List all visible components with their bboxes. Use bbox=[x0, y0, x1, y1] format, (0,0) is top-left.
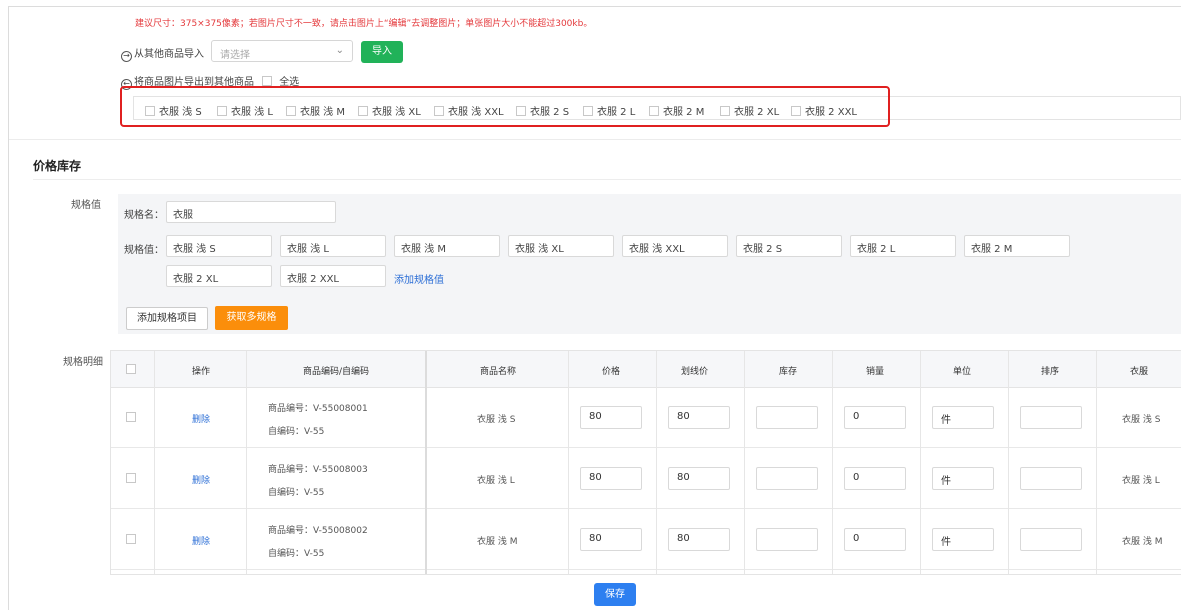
spec-value-cell: 衣服 浅 L bbox=[1122, 476, 1160, 486]
import-label: 从其他商品导入 bbox=[134, 49, 204, 60]
sales-input[interactable]: 0 bbox=[844, 528, 906, 551]
spec-detail-side-label: 规格明细 bbox=[63, 357, 103, 368]
row-checkbox[interactable] bbox=[126, 473, 136, 483]
price-input[interactable]: 80 bbox=[580, 528, 642, 551]
spec-value-input[interactable]: 衣服 2 XXL bbox=[280, 265, 386, 287]
column-divider bbox=[744, 351, 745, 574]
sort-input[interactable] bbox=[1020, 528, 1082, 551]
section-divider bbox=[9, 139, 1181, 140]
col-header: 商品名称 bbox=[480, 367, 517, 377]
column-divider bbox=[246, 351, 247, 574]
stock-input[interactable] bbox=[756, 406, 818, 429]
price-input[interactable]: 80 bbox=[580, 467, 642, 490]
divider bbox=[33, 179, 1181, 180]
product-name: 衣服 浅 S bbox=[477, 415, 516, 425]
column-divider bbox=[425, 351, 427, 574]
spec-value-cell: 衣服 浅 S bbox=[1122, 415, 1161, 425]
col-header: 衣服 bbox=[1130, 367, 1149, 377]
column-divider bbox=[656, 351, 657, 574]
spec-value-input[interactable]: 衣服 浅 L bbox=[280, 235, 386, 257]
sort-input[interactable] bbox=[1020, 406, 1082, 429]
col-header: 商品编码/自编码 bbox=[303, 367, 370, 377]
self-code: 自编码：V-55 bbox=[268, 488, 325, 498]
table-header: 操作 商品编码/自编码 商品名称 价格 划线价 库存 销量 单位 排序 衣服 bbox=[111, 351, 1181, 388]
line-price-input[interactable]: 80 bbox=[668, 406, 730, 429]
line-price-input[interactable]: 80 bbox=[668, 528, 730, 551]
spec-values-side-label: 规格值 bbox=[71, 200, 101, 211]
sales-input[interactable]: 0 bbox=[844, 406, 906, 429]
col-header: 价格 bbox=[602, 367, 621, 377]
spec-value-input[interactable]: 衣服 2 M bbox=[964, 235, 1070, 257]
product-code: 商品编号：V-55008003 bbox=[268, 465, 368, 475]
product-code: 商品编号：V-55008001 bbox=[268, 404, 368, 414]
sales-input[interactable]: 0 bbox=[844, 467, 906, 490]
col-header: 销量 bbox=[866, 367, 885, 377]
add-spec-item-button[interactable]: 添加规格项目 bbox=[126, 307, 208, 330]
add-spec-value-link[interactable]: 添加规格值 bbox=[394, 271, 444, 286]
header-checkbox[interactable] bbox=[126, 364, 136, 374]
spec-value-input[interactable]: 衣服 2 L bbox=[850, 235, 956, 257]
col-header: 排序 bbox=[1041, 367, 1060, 377]
column-divider bbox=[154, 351, 155, 574]
import-arrow-icon: → bbox=[121, 51, 132, 62]
column-divider bbox=[1008, 351, 1009, 574]
table-row: 删除 商品编号：V-55008001 自编码：V-55 衣服 浅 S 80 80… bbox=[111, 387, 1181, 448]
table-row: 删除 商品编号：V-55008002 自编码：V-55 衣服 浅 M 80 80… bbox=[111, 509, 1181, 570]
unit-input[interactable]: 件 bbox=[932, 467, 994, 490]
spec-value-cell: 衣服 浅 M bbox=[1122, 537, 1163, 547]
import-from-other-row[interactable]: → 从其他商品导入 bbox=[121, 45, 204, 62]
col-header: 单位 bbox=[953, 367, 972, 377]
import-product-select[interactable]: 请选择 ⌄ bbox=[211, 40, 353, 62]
delete-link[interactable]: 删除 bbox=[192, 473, 210, 486]
sort-input[interactable] bbox=[1020, 467, 1082, 490]
spec-value-input[interactable]: 衣服 浅 M bbox=[394, 235, 500, 257]
product-name: 衣服 浅 M bbox=[477, 537, 518, 547]
stock-input[interactable] bbox=[756, 528, 818, 551]
spec-value-input[interactable]: 衣服 2 XL bbox=[166, 265, 272, 287]
column-divider bbox=[568, 351, 569, 574]
stock-input[interactable] bbox=[756, 467, 818, 490]
spec-values-label: 规格值： bbox=[124, 245, 164, 256]
col-header: 库存 bbox=[779, 367, 798, 377]
image-size-hint: 建议尺寸：375×375像素；若图片尺寸不一致，请点击图片上“编辑”去调整图片；… bbox=[135, 19, 593, 29]
row-checkbox[interactable] bbox=[126, 534, 136, 544]
spec-value-input[interactable]: 衣服 浅 XXL bbox=[622, 235, 728, 257]
self-code: 自编码：V-55 bbox=[268, 549, 325, 559]
spec-value-input[interactable]: 衣服 浅 XL bbox=[508, 235, 614, 257]
line-price-input[interactable]: 80 bbox=[668, 467, 730, 490]
column-divider bbox=[1096, 351, 1097, 574]
col-header: 划线价 bbox=[681, 367, 709, 377]
delete-link[interactable]: 删除 bbox=[192, 412, 210, 425]
highlight-annotation-box bbox=[120, 86, 890, 127]
unit-input[interactable]: 件 bbox=[932, 406, 994, 429]
product-name: 衣服 浅 L bbox=[477, 476, 515, 486]
spec-value-input[interactable]: 衣服 2 S bbox=[736, 235, 842, 257]
price-input[interactable]: 80 bbox=[580, 406, 642, 429]
chevron-down-icon: ⌄ bbox=[335, 45, 344, 56]
spec-name-label: 规格名： bbox=[124, 210, 164, 221]
spec-detail-table: 操作 商品编码/自编码 商品名称 价格 划线价 库存 销量 单位 排序 衣服 删… bbox=[110, 350, 1181, 575]
spec-name-input[interactable]: 衣服 bbox=[166, 201, 336, 223]
select-placeholder: 请选择 bbox=[220, 50, 250, 61]
checkbox-icon bbox=[262, 76, 272, 86]
self-code: 自编码：V-55 bbox=[268, 427, 325, 437]
col-header: 操作 bbox=[192, 367, 211, 377]
delete-link[interactable]: 删除 bbox=[192, 534, 210, 547]
row-checkbox[interactable] bbox=[126, 412, 136, 422]
table-row: 删除 商品编号：V-55008003 自编码：V-55 衣服 浅 L 80 80… bbox=[111, 448, 1181, 509]
product-code: 商品编号：V-55008002 bbox=[268, 526, 368, 536]
section-title: 价格库存 bbox=[33, 159, 82, 173]
spec-value-input[interactable]: 衣服 浅 S bbox=[166, 235, 272, 257]
get-multi-spec-button[interactable]: 获取多规格 bbox=[215, 306, 288, 330]
import-button[interactable]: 导入 bbox=[361, 41, 403, 63]
unit-input[interactable]: 件 bbox=[932, 528, 994, 551]
column-divider bbox=[920, 351, 921, 574]
column-divider bbox=[832, 351, 833, 574]
save-button[interactable]: 保存 bbox=[594, 583, 636, 606]
